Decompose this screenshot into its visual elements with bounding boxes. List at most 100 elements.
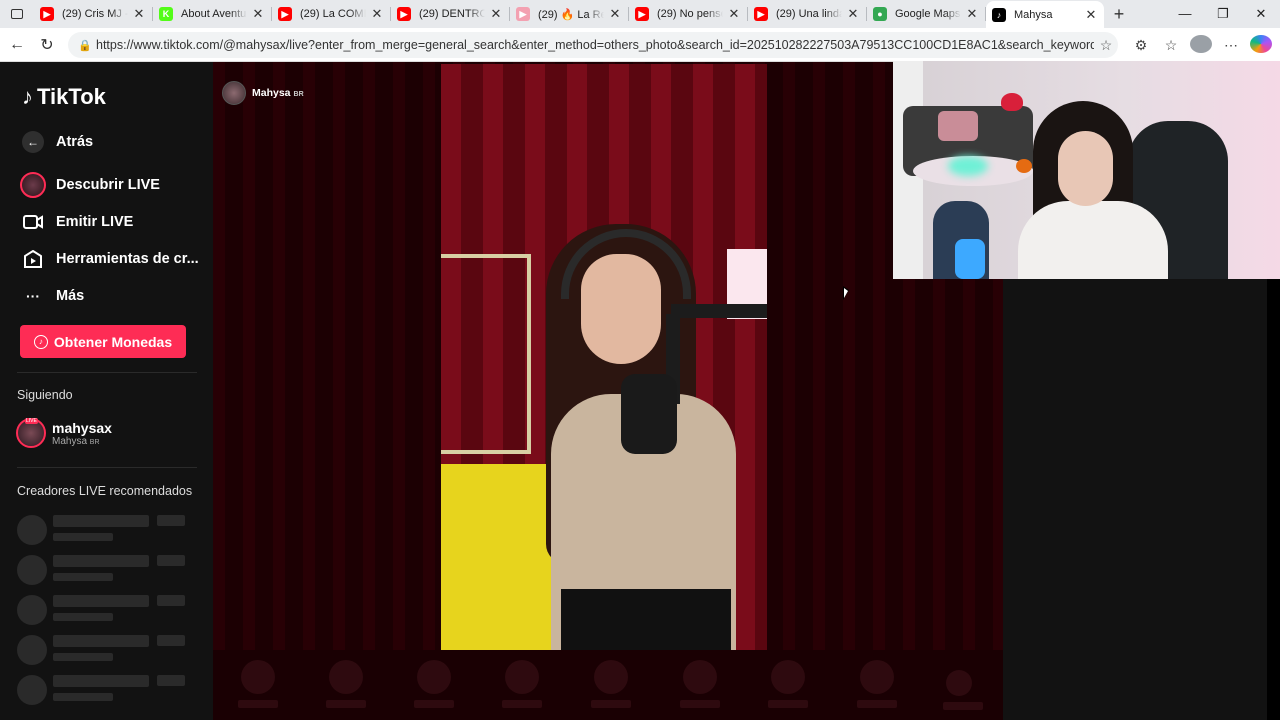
video-camera-icon [20,209,46,235]
url-field[interactable]: 🔒 https://www.tiktok.com/@mahysax/live?e… [68,32,1118,58]
following-display-name: Mahysa BR [52,435,100,447]
address-bar-row: ← ↻ 🔒 https://www.tiktok.com/@mahysax/li… [0,28,1280,62]
tab-title: (29) La COMID [300,8,366,20]
sidebar: ♪ TikTok ← Atrás Descubrir LIVE Emitir L… [0,62,213,720]
recommended-title: Creadores LIVE recomendados [17,484,193,498]
divider [17,467,197,468]
copilot-icon[interactable] [1250,34,1272,56]
youtube-icon: ▶ [754,7,768,21]
tab-title: Mahysa [1014,9,1053,21]
back-arrow-icon: ← [20,129,46,155]
sidebar-item-emitir-live[interactable]: Emitir LIVE [20,209,133,235]
gift-placeholder[interactable] [680,660,720,708]
host-name: Mahysa BR [252,87,304,99]
close-tab-icon[interactable]: ✕ [1084,7,1098,23]
sidebar-item-label: Descubrir LIVE [56,177,160,193]
close-tab-icon[interactable]: ✕ [489,6,503,22]
sidebar-item-descubrir-live[interactable]: Descubrir LIVE [20,172,160,198]
window-controls: — ❐ ✕ [1166,0,1280,28]
favorites-icon[interactable]: ☆ [1160,37,1182,54]
youtube-icon: ▶ [635,7,649,21]
youtube-icon: ▶ [397,7,411,21]
tab-title: Google Maps [895,8,961,20]
youtube-icon: ▶ [516,7,530,21]
sidebar-item-label: Emitir LIVE [56,214,134,230]
tab-title: (29) 🔥 La Red [538,8,604,21]
back-button[interactable]: ← [2,36,32,54]
browser-tab[interactable]: ● Google Maps ✕ [867,1,985,27]
extensions-icon[interactable]: ⚙ [1130,37,1152,54]
gift-placeholder[interactable] [326,660,366,708]
tab-title: (29) Una linda [776,8,842,20]
divider [17,372,197,373]
close-tab-icon[interactable]: ✕ [608,6,622,22]
google-maps-icon: ● [873,7,887,21]
browser-tab-bar: ▶ (29) Cris MJ - D ✕ K About Aventur ✕ ▶ (29) L… [0,0,1280,29]
kick-icon: K [159,7,173,21]
avatar: LIVE [16,418,46,448]
tab-actions-icon[interactable] [0,0,34,28]
close-tab-icon[interactable]: ✕ [370,6,384,22]
browser-toolbar: ⚙ ☆ ⋯ [1130,28,1272,62]
profile-icon[interactable] [1190,34,1212,56]
creator-tools-icon [20,246,46,272]
get-coins-button[interactable]: ♪ Obtener Monedas [20,325,186,358]
url-text: https://www.tiktok.com/@mahysax/live?ent… [96,38,1094,52]
close-tab-icon[interactable]: ✕ [846,6,860,22]
minimize-button[interactable]: — [1166,0,1204,28]
back-link[interactable]: ← Atrás [20,129,93,155]
gift-placeholder[interactable] [591,660,631,708]
gift-placeholder[interactable] [857,660,897,708]
gift-bar [213,650,1003,720]
reload-button[interactable]: ↻ [32,35,62,55]
gift-placeholder[interactable] [414,660,454,708]
more-icon: ··· [26,288,40,304]
close-tab-icon[interactable]: ✕ [727,6,741,22]
close-tab-icon[interactable]: ✕ [251,6,265,22]
gift-placeholder[interactable] [502,660,542,708]
sidebar-item-herramientas[interactable]: Herramientas de cr... [20,246,199,272]
sidebar-item-mas[interactable]: ··· Más [20,283,84,309]
youtube-icon: ▶ [278,7,292,21]
get-coins-label: Obtener Monedas [53,333,173,350]
browser-tab[interactable]: ▶ (29) Cris MJ - D ✕ [34,1,152,27]
site-info-icon[interactable]: 🔒 [78,39,96,52]
maximize-button[interactable]: ❐ [1204,0,1242,28]
live-video[interactable] [441,64,767,652]
browser-tab[interactable]: K About Aventur ✕ [153,1,271,27]
back-label: Atrás [56,134,94,150]
following-title: Siguiendo [17,388,73,402]
more-menu-icon[interactable]: ⋯ [1220,37,1242,54]
tab-title: About Aventur [181,8,247,20]
mouse-cursor [843,286,849,300]
tiktok-icon: ♪ [992,8,1006,22]
browser-tab[interactable]: ▶ (29) No pensé ✕ [629,1,747,27]
live-avatar-icon [20,172,46,198]
tiktok-logo[interactable]: ♪ TikTok [22,84,106,110]
browser-tab[interactable]: ♪ Mahysa ✕ [986,1,1104,29]
sidebar-item-label: Más [56,288,85,304]
live-badge: LIVE [25,418,38,424]
browser-tab[interactable]: ▶ (29) La COMID ✕ [272,1,390,27]
gift-placeholder[interactable] [768,660,808,708]
browser-tab[interactable]: ▶ (29) DENTRO D ✕ [391,1,509,27]
gift-placeholder[interactable] [943,670,983,710]
browser-tab[interactable]: ▶ (29) Una linda ✕ [748,1,866,27]
tiktok-note-icon: ♪ [22,84,33,109]
recommended-skeleton-row [17,555,185,585]
close-window-button[interactable]: ✕ [1242,0,1280,28]
following-item-mahysax[interactable]: LIVE mahysax Mahysa BR [16,418,112,448]
close-tab-icon[interactable]: ✕ [965,6,979,22]
host-avatar [222,81,246,105]
close-tab-icon[interactable]: ✕ [132,6,146,22]
browser-tab[interactable]: ▶ (29) 🔥 La Red ✕ [510,1,628,27]
tab-title: (29) No pensé [657,8,723,20]
new-tab-button[interactable]: + [1104,4,1134,25]
webcam-overlay [893,61,1280,279]
favorite-star-icon[interactable]: ☆ [1094,37,1118,54]
youtube-icon: ▶ [40,7,54,21]
recommended-skeleton-row [17,675,185,705]
logo-text: TikTok [37,84,106,109]
host-info[interactable]: Mahysa BR [222,81,304,105]
gift-placeholder[interactable] [238,660,278,708]
